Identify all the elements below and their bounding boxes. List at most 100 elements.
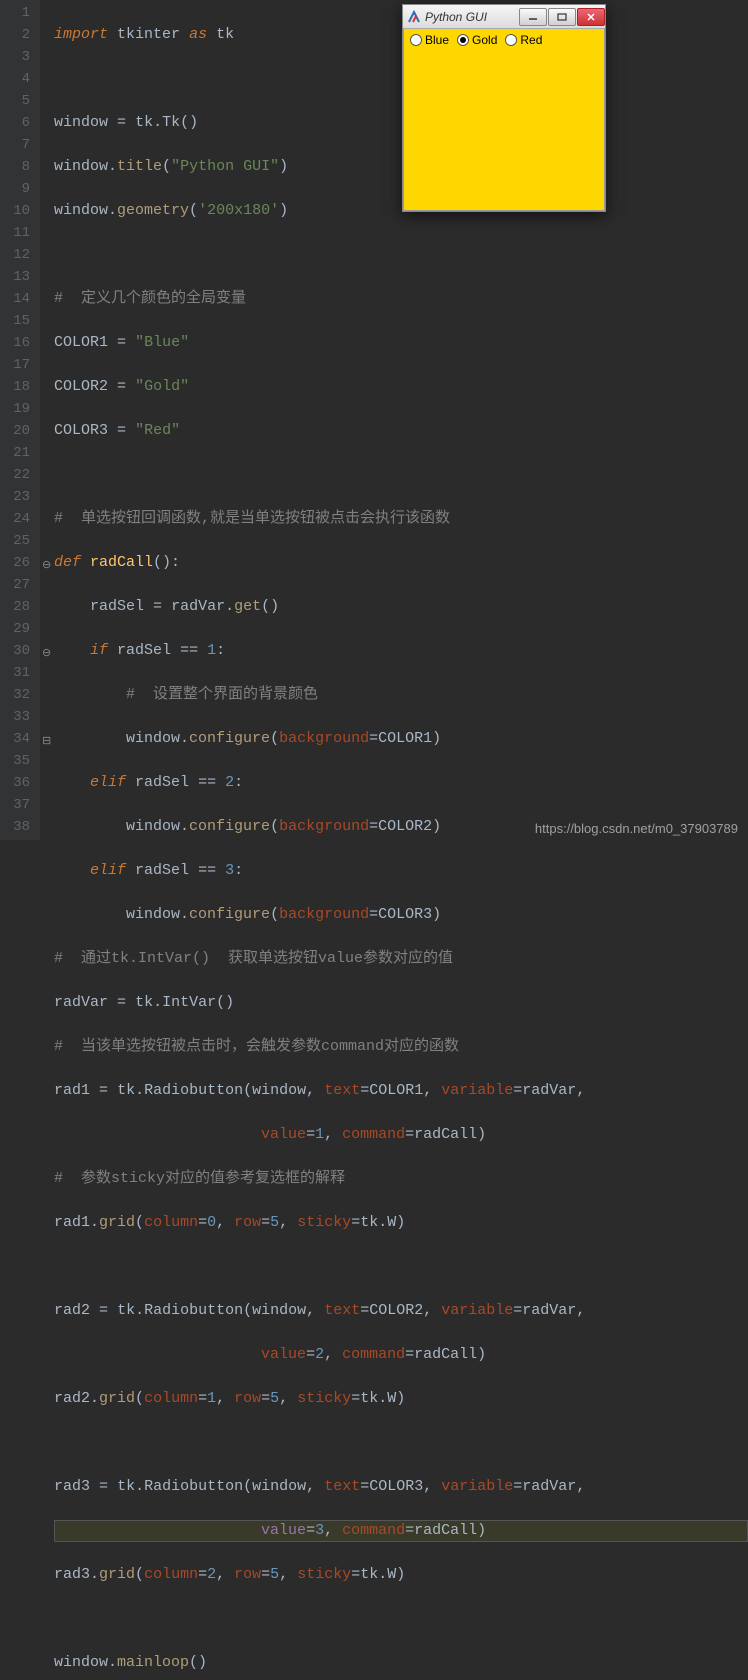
code-line[interactable]	[54, 1256, 748, 1278]
watermark-text: https://blog.csdn.net/m0_37903789	[535, 821, 738, 836]
line-number: 2	[6, 24, 30, 46]
code-line[interactable]: rad2.grid(column=1, row=5, sticky=tk.W)	[54, 1388, 748, 1410]
fold-icon[interactable]: ⊖	[42, 555, 52, 577]
fold-end-icon[interactable]: ⊟	[42, 731, 52, 753]
code-editor: 1 2 3 4 5 6 7 8 9 10 11 12 13 14 15 16 1…	[0, 0, 748, 840]
code-line[interactable]: rad2 = tk.Radiobutton(window, text=COLOR…	[54, 1300, 748, 1322]
code-line[interactable]: ⊖def radCall():	[54, 552, 748, 574]
code-line[interactable]: ⊖ if radSel == 1:	[54, 640, 748, 662]
radio-row: Blue Gold Red	[404, 29, 604, 51]
radio-icon	[505, 34, 517, 46]
line-number: 34	[6, 728, 30, 750]
code-line[interactable]	[54, 464, 748, 486]
code-line[interactable]: elif radSel == 2:	[54, 772, 748, 794]
line-number: 23	[6, 486, 30, 508]
radio-icon	[410, 34, 422, 46]
line-number: 35	[6, 750, 30, 772]
tk-app-icon	[407, 10, 421, 24]
line-number: 10	[6, 200, 30, 222]
code-line[interactable]: # 定义几个颜色的全局变量	[54, 288, 748, 310]
maximize-button[interactable]	[548, 8, 576, 26]
line-number: 29	[6, 618, 30, 640]
window-title: Python GUI	[425, 10, 518, 24]
line-number: 12	[6, 244, 30, 266]
line-number: 22	[6, 464, 30, 486]
line-number: 38	[6, 816, 30, 838]
radio-icon	[457, 34, 469, 46]
radio-label: Blue	[425, 33, 449, 47]
line-number: 33	[6, 706, 30, 728]
radio-gold[interactable]: Gold	[455, 32, 503, 48]
minimize-button[interactable]	[519, 8, 547, 26]
code-line[interactable]: window = tk.Tk()	[54, 112, 748, 134]
line-number: 19	[6, 398, 30, 420]
line-number: 20	[6, 420, 30, 442]
line-number: 14	[6, 288, 30, 310]
code-line[interactable]	[54, 1608, 748, 1630]
line-number: 28	[6, 596, 30, 618]
line-number: 7	[6, 134, 30, 156]
line-number: 16	[6, 332, 30, 354]
code-line[interactable]: # 通过tk.IntVar() 获取单选按钮value参数对应的值	[54, 948, 748, 970]
radio-red[interactable]: Red	[503, 32, 548, 48]
line-number-gutter: 1 2 3 4 5 6 7 8 9 10 11 12 13 14 15 16 1…	[0, 0, 40, 840]
line-number: 31	[6, 662, 30, 684]
line-number: 24	[6, 508, 30, 530]
code-line[interactable]: # 参数sticky对应的值参考复选框的解释	[54, 1168, 748, 1190]
line-number: 18	[6, 376, 30, 398]
line-number: 11	[6, 222, 30, 244]
radio-label: Gold	[472, 33, 497, 47]
line-number: 15	[6, 310, 30, 332]
code-line[interactable]: radVar = tk.IntVar()	[54, 992, 748, 1014]
window-titlebar[interactable]: Python GUI	[403, 5, 605, 29]
line-number: 17	[6, 354, 30, 376]
code-line[interactable]: value=2, command=radCall)	[54, 1344, 748, 1366]
line-number: 1	[6, 2, 30, 24]
line-number: 30	[6, 640, 30, 662]
code-line[interactable]: window.configure(background=COLOR3)	[54, 904, 748, 926]
code-area[interactable]: import tkinter as tk window = tk.Tk() wi…	[40, 0, 748, 840]
line-number: 8	[6, 156, 30, 178]
line-number: 5	[6, 90, 30, 112]
code-line[interactable]: window.geometry('200x180')	[54, 200, 748, 222]
radio-label: Red	[520, 33, 542, 47]
line-number: 25	[6, 530, 30, 552]
line-number: 3	[6, 46, 30, 68]
code-line[interactable]: # 单选按钮回调函数,就是当单选按钮被点击会执行该函数	[54, 508, 748, 530]
line-number: 32	[6, 684, 30, 706]
code-line[interactable]: # 当该单选按钮被点击时，会触发参数command对应的函数	[54, 1036, 748, 1058]
code-line[interactable]: ⊟ window.configure(background=COLOR1)	[54, 728, 748, 750]
line-number: 26	[6, 552, 30, 574]
code-line[interactable]: window.mainloop()	[54, 1652, 748, 1674]
line-number: 4	[6, 68, 30, 90]
code-line[interactable]	[54, 1432, 748, 1454]
radio-blue[interactable]: Blue	[408, 32, 455, 48]
code-line[interactable]: COLOR3 = "Red"	[54, 420, 748, 442]
close-button[interactable]	[577, 8, 605, 26]
code-line[interactable]: radSel = radVar.get()	[54, 596, 748, 618]
code-line[interactable]: # 设置整个界面的背景颜色	[54, 684, 748, 706]
code-line[interactable]	[54, 244, 748, 266]
line-number: 37	[6, 794, 30, 816]
line-number: 36	[6, 772, 30, 794]
code-line[interactable]: rad3.grid(column=2, row=5, sticky=tk.W)	[54, 1564, 748, 1586]
line-number: 21	[6, 442, 30, 464]
code-line[interactable]	[54, 68, 748, 90]
line-number: 9	[6, 178, 30, 200]
code-line[interactable]: rad1 = tk.Radiobutton(window, text=COLOR…	[54, 1080, 748, 1102]
code-line[interactable]: elif radSel == 3:	[54, 860, 748, 882]
code-line[interactable]: COLOR1 = "Blue"	[54, 332, 748, 354]
code-line[interactable]: import tkinter as tk	[54, 24, 748, 46]
window-body: Blue Gold Red	[403, 29, 605, 211]
code-line-current[interactable]: value=3, command=radCall)	[54, 1520, 748, 1542]
fold-icon[interactable]: ⊖	[42, 643, 52, 665]
line-number: 27	[6, 574, 30, 596]
code-line[interactable]: COLOR2 = "Gold"	[54, 376, 748, 398]
code-line[interactable]: rad1.grid(column=0, row=5, sticky=tk.W)	[54, 1212, 748, 1234]
line-number: 13	[6, 266, 30, 288]
tk-window[interactable]: Python GUI Blue Gold Red	[402, 4, 606, 212]
code-line[interactable]: window.title("Python GUI")	[54, 156, 748, 178]
code-line[interactable]: value=1, command=radCall)	[54, 1124, 748, 1146]
code-line[interactable]: rad3 = tk.Radiobutton(window, text=COLOR…	[54, 1476, 748, 1498]
line-number: 6	[6, 112, 30, 134]
